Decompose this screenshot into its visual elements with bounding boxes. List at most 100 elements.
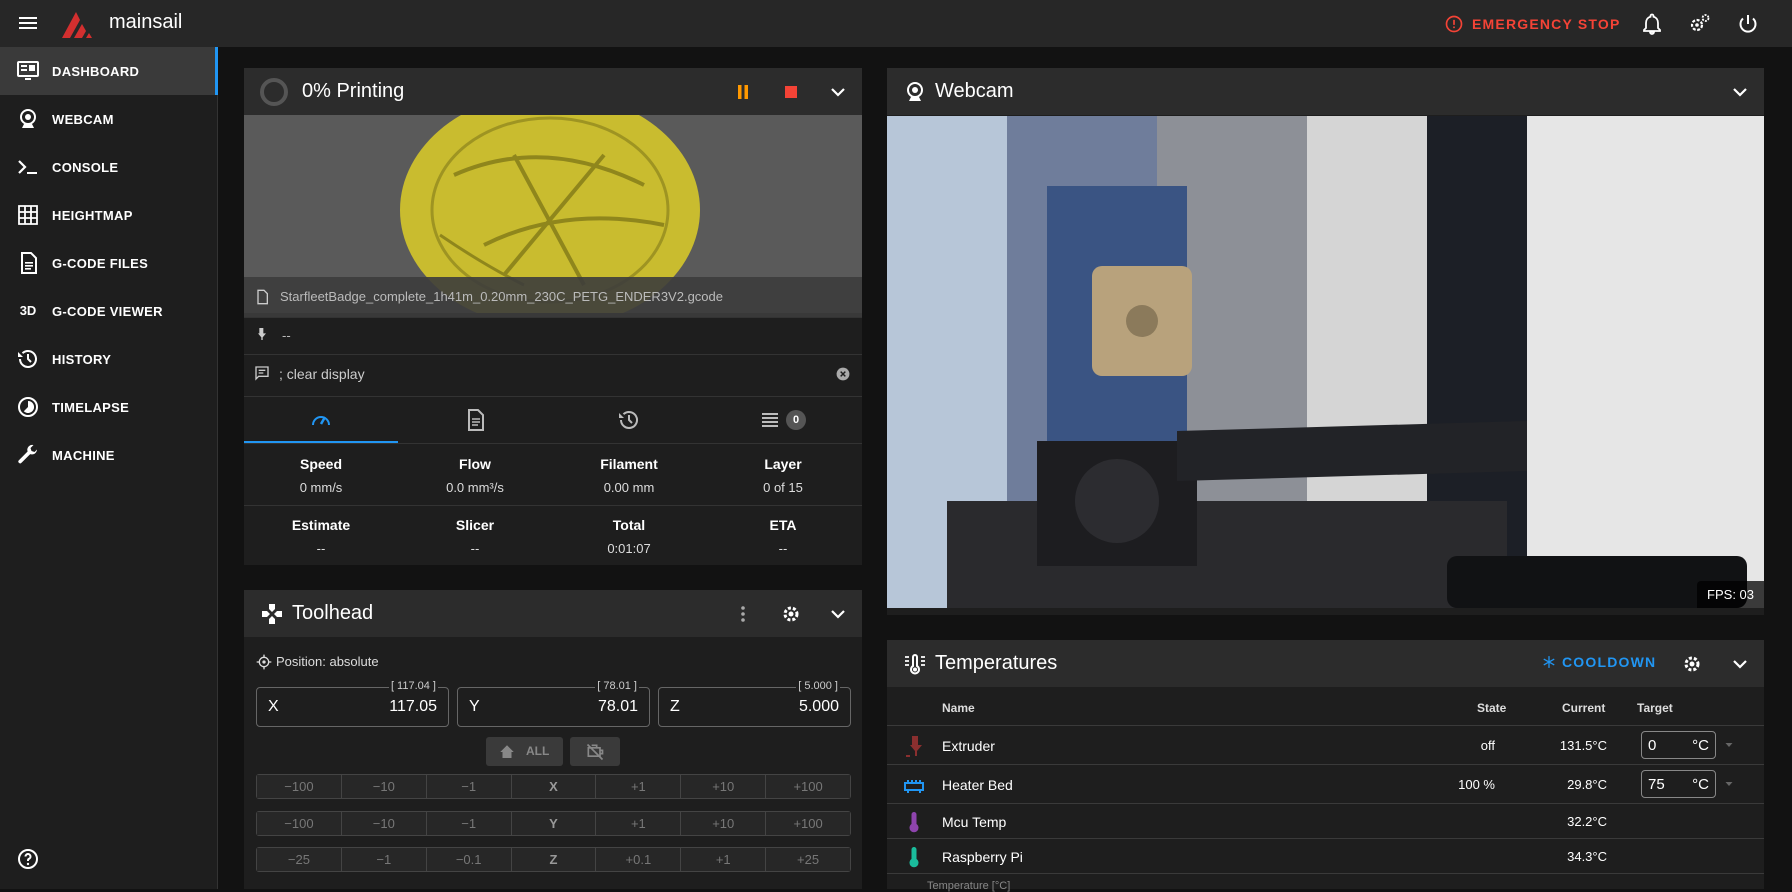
sidebar-item-machine[interactable]: MACHINE xyxy=(0,431,218,479)
home-all-button[interactable]: ALL xyxy=(486,737,563,766)
tab-files[interactable] xyxy=(398,397,552,443)
jog-z-minus-25[interactable]: −25 xyxy=(257,848,342,871)
queue-icon xyxy=(762,413,778,427)
jog-y-minus-10[interactable]: −10 xyxy=(341,812,427,835)
target-unit: °C xyxy=(1692,776,1709,793)
x-position-field[interactable]: [ 117.04 ] X 117.05 xyxy=(256,680,449,727)
thermometer-icon[interactable] xyxy=(902,810,926,834)
sidebar-item-heightmap[interactable]: HEIGHTMAP xyxy=(0,191,218,239)
dots-vertical-icon[interactable] xyxy=(731,602,755,626)
sidebar-item-label: CONSOLE xyxy=(52,159,119,175)
heater-current: 29.8°C xyxy=(1567,777,1607,792)
sidebar-item-history[interactable]: HISTORY xyxy=(0,335,218,383)
emergency-stop-button[interactable]: EMERGENCY STOP xyxy=(1444,11,1621,37)
sidebar-item-label: MACHINE xyxy=(52,447,115,463)
jog-x-minus-1[interactable]: −1 xyxy=(426,775,512,798)
stat-label: Slicer xyxy=(455,517,495,533)
stat-value: -- xyxy=(778,541,788,556)
jog-x-minus-100[interactable]: −100 xyxy=(257,775,342,798)
bell-icon[interactable] xyxy=(1640,12,1664,36)
jog-x-plus-10[interactable]: +10 xyxy=(681,775,767,798)
grid-icon xyxy=(18,205,38,225)
extruder-target-input[interactable]: 0 °C xyxy=(1641,731,1716,759)
stop-icon[interactable] xyxy=(779,80,803,104)
cooldown-button[interactable]: COOLDOWN xyxy=(1542,654,1656,670)
gear-icon[interactable] xyxy=(1680,652,1704,676)
gear-icon[interactable] xyxy=(779,602,803,626)
z-position-value: 5.000 xyxy=(798,698,839,715)
jog-x-minus-10[interactable]: −10 xyxy=(341,775,427,798)
jog-y-minus-100[interactable]: −100 xyxy=(257,812,342,835)
divider xyxy=(244,443,862,444)
jog-y-plus-10[interactable]: +10 xyxy=(681,812,767,835)
close-circle-icon[interactable] xyxy=(836,367,850,381)
radiator-icon[interactable] xyxy=(902,773,926,797)
status-panel: 0% Printing StarfleetBadge_complete_1h41… xyxy=(244,68,862,565)
chevron-down-icon[interactable] xyxy=(826,602,850,626)
jog-x-home[interactable]: X xyxy=(511,775,597,798)
stat-value: 0 mm/s xyxy=(299,480,343,495)
sensor-name: Raspberry Pi xyxy=(942,849,1023,865)
sensor-current: 32.2°C xyxy=(1567,814,1607,829)
alert-circle-icon xyxy=(1445,15,1463,33)
wrench-icon xyxy=(18,444,37,464)
jog-z-minus-1[interactable]: −1 xyxy=(341,848,427,871)
progress-ring-icon xyxy=(260,78,288,106)
divider xyxy=(244,505,862,506)
jog-y-home[interactable]: Y xyxy=(511,812,597,835)
queue-count-badge: 0 xyxy=(786,410,806,430)
help-icon[interactable] xyxy=(16,847,40,871)
jog-z-plus-25[interactable]: +25 xyxy=(766,848,851,871)
jog-z-plus-1[interactable]: +1 xyxy=(681,848,767,871)
tab-status[interactable] xyxy=(244,397,398,443)
jog-x-plus-1[interactable]: +1 xyxy=(596,775,682,798)
tab-history[interactable] xyxy=(552,397,706,443)
file-row: StarfleetBadge_complete_1h41m_0.20mm_230… xyxy=(244,277,862,317)
divider xyxy=(244,354,862,355)
chevron-down-icon[interactable] xyxy=(1723,739,1735,751)
jog-z-minus-0-1[interactable]: −0.1 xyxy=(426,848,512,871)
z-position-field[interactable]: [ 5.000 ] Z 5.000 xyxy=(658,680,851,727)
motors-off-button[interactable] xyxy=(570,737,620,766)
thermometer-icon[interactable] xyxy=(902,845,926,869)
toolhead-title: Toolhead xyxy=(292,602,374,624)
pause-icon[interactable] xyxy=(731,80,755,104)
jog-y-minus-1[interactable]: −1 xyxy=(426,812,512,835)
temperature-table-header: Name State Current Target xyxy=(887,688,1764,726)
stat-layer: Layer 0 of 15 xyxy=(706,456,860,495)
print-status-title: 0% Printing xyxy=(302,80,405,102)
jog-y-plus-100[interactable]: +100 xyxy=(766,812,851,835)
jog-x-plus-100[interactable]: +100 xyxy=(766,775,851,798)
stat-label: Speed xyxy=(299,456,342,472)
y-position-field[interactable]: [ 78.01 ] Y 78.01 xyxy=(457,680,650,727)
chevron-down-icon[interactable] xyxy=(826,80,850,104)
tab-queue[interactable]: 0 xyxy=(706,397,860,443)
sidebar-item-webcam[interactable]: WEBCAM xyxy=(0,95,218,143)
sidebar-item-gcode-viewer[interactable]: 3D G-CODE VIEWER xyxy=(0,287,218,335)
fps-badge: FPS: 03 xyxy=(1697,581,1764,608)
sidebar-item-dashboard[interactable]: DASHBOARD xyxy=(0,47,218,95)
timelapse-icon xyxy=(18,397,38,417)
cooldown-label: COOLDOWN xyxy=(1562,654,1657,670)
sidebar-item-gcode-files[interactable]: G-CODE FILES xyxy=(0,239,218,287)
jog-z-home[interactable]: Z xyxy=(511,848,597,871)
sidebar-item-timelapse[interactable]: TIMELAPSE xyxy=(0,383,218,431)
thermometer-lines-icon xyxy=(905,653,925,675)
printer-nozzle-icon[interactable] xyxy=(902,734,926,758)
chevron-down-icon[interactable] xyxy=(1728,80,1752,104)
jog-row-z: −25 −1 −0.1 Z +0.1 +1 +25 xyxy=(256,847,851,872)
message-icon xyxy=(255,366,269,381)
chevron-down-icon[interactable] xyxy=(1723,778,1735,790)
jog-y-plus-1[interactable]: +1 xyxy=(596,812,682,835)
settings-gears-icon[interactable] xyxy=(1688,12,1712,36)
menu-icon[interactable] xyxy=(16,11,40,35)
home-all-label: ALL xyxy=(526,744,550,758)
stat-label: Filament xyxy=(600,456,658,472)
file-icon xyxy=(257,289,268,305)
power-icon[interactable] xyxy=(1736,12,1760,36)
jog-z-plus-0-1[interactable]: +0.1 xyxy=(596,848,682,871)
chevron-down-icon[interactable] xyxy=(1728,652,1752,676)
bed-target-input[interactable]: 75 °C xyxy=(1641,770,1716,798)
table-row: Mcu Temp 32.2°C xyxy=(887,804,1764,839)
sidebar-item-console[interactable]: CONSOLE xyxy=(0,143,218,191)
